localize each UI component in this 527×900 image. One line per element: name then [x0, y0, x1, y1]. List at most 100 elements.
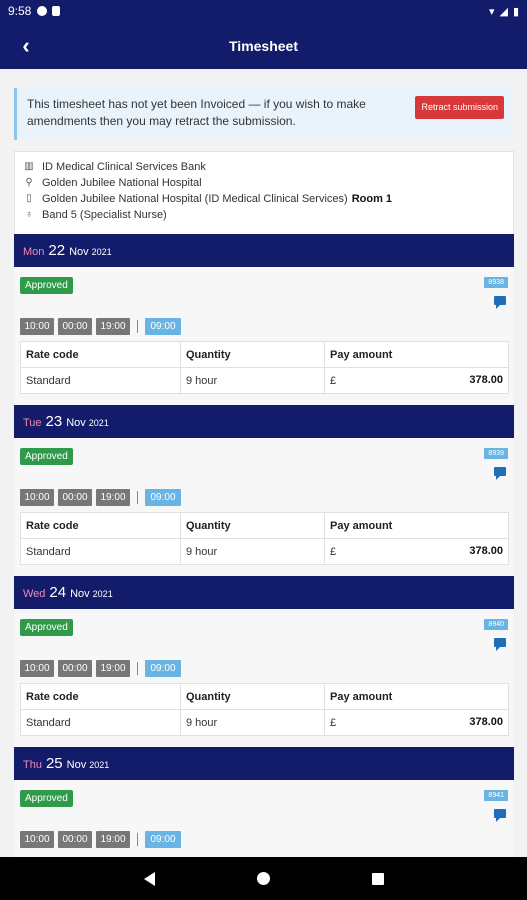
day-header: Wed 24 Nov 2021 — [14, 576, 514, 609]
rate-code-header: Rate code — [20, 341, 181, 368]
notification-icon — [37, 6, 48, 16]
pay-amount-value: 378.00 — [469, 716, 503, 728]
day-entry: Wed 24 Nov 2021 Approved 8940 10:00 00:0… — [14, 576, 514, 747]
day-year: 2021 — [91, 247, 112, 257]
break-time: 00:00 — [58, 831, 92, 848]
building-icon: ▥ — [24, 161, 34, 172]
shift-times: 10:00 00:00 19:00 09:00 — [20, 318, 181, 335]
shift-times: 10:00 00:00 19:00 09:00 — [20, 489, 181, 506]
end-time: 19:00 — [96, 660, 130, 677]
divider — [137, 833, 138, 846]
comment-icon[interactable] — [494, 467, 506, 480]
back-triangle-icon — [144, 871, 155, 886]
day-header: Thu 25 Nov 2021 — [14, 747, 514, 780]
day-body: Approved 8941 10:00 00:00 19:00 09:00 — [14, 780, 514, 857]
day-year: 2021 — [92, 589, 113, 599]
divider — [137, 320, 138, 333]
quantity-header: Quantity — [180, 512, 325, 539]
rate-table: Rate code Quantity Pay amount Standard 9… — [20, 341, 509, 394]
invoice-alert: This timesheet has not yet been Invoiced… — [14, 88, 514, 140]
shift-times: 10:00 00:00 19:00 09:00 — [20, 660, 181, 677]
break-time: 00:00 — [58, 318, 92, 335]
quantity-header: Quantity — [180, 341, 325, 368]
day-number: 24 — [49, 584, 67, 601]
start-time: 10:00 — [20, 489, 54, 506]
timesheet-content[interactable]: This timesheet has not yet been Invoiced… — [0, 69, 527, 857]
pay-amount-value: 378.00 — [469, 374, 503, 386]
quantity-cell: 9 hour — [180, 367, 325, 394]
total-hours: 09:00 — [145, 318, 181, 335]
agency-name: ID Medical Clinical Services Bank — [42, 161, 206, 173]
start-time: 10:00 — [20, 831, 54, 848]
room-name: Room 1 — [351, 193, 393, 205]
day-name: Wed — [23, 588, 46, 600]
home-circle-icon — [257, 872, 270, 885]
rate-table: Rate code Quantity Pay amount Standard 9… — [20, 512, 509, 565]
comment-icon[interactable] — [494, 809, 506, 822]
end-time: 19:00 — [96, 318, 130, 335]
day-body: Approved 8938 10:00 00:00 19:00 09:00 Ra… — [14, 267, 514, 405]
retract-submission-button[interactable]: Retract submission — [415, 96, 504, 119]
shift-id-badge: 8941 — [484, 790, 508, 801]
ward-name: Golden Jubilee National Hospital (ID Med… — [42, 193, 348, 205]
alert-message: This timesheet has not yet been Invoiced… — [27, 97, 366, 128]
back-button[interactable]: ‹ — [12, 32, 40, 60]
table-row: Standard 9 hour £ 378.00 — [20, 538, 509, 565]
page-title: Timesheet — [229, 37, 298, 54]
end-time: 19:00 — [96, 489, 130, 506]
nav-home-button[interactable] — [255, 870, 273, 888]
wifi-icon: ▾ — [488, 5, 495, 18]
day-header: Tue 23 Nov 2021 — [14, 405, 514, 438]
day-header: Mon 22 Nov 2021 — [14, 234, 514, 267]
total-hours: 09:00 — [145, 831, 181, 848]
rate-code-cell: Standard — [20, 367, 181, 394]
status-time: 9:58 — [8, 4, 32, 18]
rate-code-cell: Standard — [20, 709, 181, 736]
day-month: Nov — [66, 417, 86, 429]
shift-id-badge: 8938 — [484, 277, 508, 288]
status-badge: Approved — [20, 790, 73, 807]
nav-back-button[interactable] — [141, 870, 159, 888]
day-month: Nov — [66, 759, 87, 771]
day-number: 22 — [48, 242, 66, 259]
nav-recents-button[interactable] — [369, 870, 387, 888]
day-month: Nov — [69, 246, 89, 258]
hospital-name: Golden Jubilee National Hospital — [42, 177, 202, 189]
end-time: 19:00 — [96, 831, 130, 848]
table-row: Standard 9 hour £ 378.00 — [20, 709, 509, 736]
quantity-header: Quantity — [180, 683, 325, 710]
rate-table: Rate code Quantity Pay amount Standard 9… — [20, 683, 509, 736]
signal-icon: ◢ — [499, 5, 508, 18]
stethoscope-icon: ♁ — [25, 209, 33, 220]
location-pin-icon: ⚲ — [25, 177, 33, 188]
sim-card-icon — [52, 6, 61, 16]
shift-times: 10:00 00:00 19:00 09:00 — [20, 831, 181, 848]
day-number: 25 — [45, 755, 63, 772]
comment-icon[interactable] — [494, 638, 506, 651]
day-year: 2021 — [88, 418, 109, 428]
rate-code-header: Rate code — [20, 512, 181, 539]
total-hours: 09:00 — [145, 660, 181, 677]
day-body: Approved 8940 10:00 00:00 19:00 09:00 Ra… — [14, 609, 514, 747]
day-name: Tue — [23, 417, 42, 429]
start-time: 10:00 — [20, 318, 54, 335]
table-row: Standard 9 hour £ 378.00 — [20, 367, 509, 394]
back-arrow-icon: ‹ — [22, 33, 30, 58]
assignment-info-card: ▥ ID Medical Clinical Services Bank ⚲ Go… — [14, 151, 514, 235]
day-year: 2021 — [89, 760, 110, 770]
break-time: 00:00 — [58, 660, 92, 677]
status-badge: Approved — [20, 448, 73, 465]
day-entry: Mon 22 Nov 2021 Approved 8938 10:00 00:0… — [14, 234, 514, 405]
shift-id-badge: 8940 — [484, 619, 508, 630]
comment-icon[interactable] — [494, 296, 506, 309]
pay-amount-header: Pay amount — [324, 341, 509, 368]
battery-icon: ▮ — [512, 5, 519, 18]
band-name: Band 5 (Specialist Nurse) — [42, 209, 167, 221]
day-body: Approved 8939 10:00 00:00 19:00 09:00 Ra… — [14, 438, 514, 576]
ward-icon: ▯ — [26, 193, 32, 204]
pay-amount-cell: £ 378.00 — [324, 538, 509, 565]
rate-code-cell: Standard — [20, 538, 181, 565]
recents-square-icon — [371, 872, 384, 885]
currency-symbol: £ — [330, 374, 337, 387]
shift-id-badge: 8939 — [484, 448, 508, 459]
